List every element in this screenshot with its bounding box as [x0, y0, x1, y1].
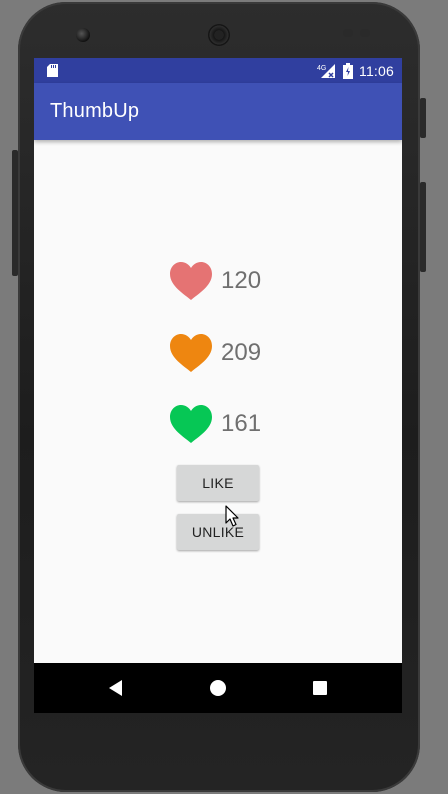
status-clock: 11:06: [359, 62, 394, 79]
heart-icon[interactable]: [167, 261, 215, 301]
earpiece-speaker: [208, 24, 230, 46]
battery-icon: [343, 62, 353, 79]
side-button: [420, 182, 426, 272]
power-button: [420, 98, 426, 138]
cell-signal-4g-icon: 4G: [317, 63, 335, 78]
status-bar: 4G 11:06: [34, 58, 402, 83]
navigation-bar: [34, 663, 402, 713]
heart-counter-row: 209: [167, 331, 261, 375]
heart-icon[interactable]: [167, 404, 215, 444]
heart-counter-row: 120: [167, 259, 261, 303]
heart-count: 209: [221, 339, 262, 366]
emulator-stage: 4G 11:06 ThumbUp 120 209 161 LIKE UNLIKE: [0, 0, 448, 794]
heart-count: 161: [221, 410, 262, 437]
back-button[interactable]: [104, 676, 128, 700]
back-icon: [109, 680, 122, 696]
home-icon: [210, 680, 226, 696]
sd-card-icon: [47, 64, 58, 77]
front-camera: [76, 28, 90, 42]
app-title: ThumbUp: [50, 100, 140, 122]
status-icons: 4G 11:06: [317, 58, 394, 83]
proximity-sensor: [343, 29, 353, 37]
like-button[interactable]: LIKE: [177, 465, 259, 501]
device-screen: 4G 11:06 ThumbUp 120 209 161 LIKE UNLIKE: [34, 58, 402, 713]
recents-button[interactable]: [308, 676, 332, 700]
unlike-button[interactable]: UNLIKE: [177, 514, 259, 550]
light-sensor: [360, 29, 370, 37]
heart-count: 120: [221, 267, 262, 294]
volume-button: [12, 150, 18, 276]
home-button[interactable]: [206, 676, 230, 700]
recents-icon: [313, 681, 327, 695]
main-content: 120 209 161 LIKE UNLIKE: [34, 140, 402, 663]
heart-icon[interactable]: [167, 333, 215, 373]
network-type-label: 4G: [317, 65, 326, 72]
heart-counter-row: 161: [167, 402, 261, 446]
app-toolbar: ThumbUp: [34, 83, 402, 140]
